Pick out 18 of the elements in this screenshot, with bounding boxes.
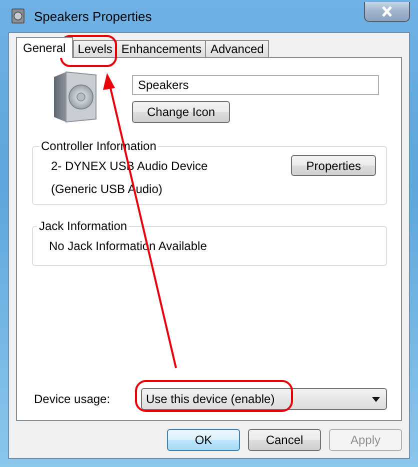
device-name-field[interactable]: Speakers bbox=[132, 75, 379, 95]
change-icon-button[interactable]: Change Icon bbox=[132, 101, 230, 123]
close-button[interactable] bbox=[364, 2, 410, 22]
tab[interactable]: General bbox=[16, 37, 73, 58]
device-usage-label: Device usage: bbox=[34, 392, 112, 406]
window-title: Speakers Properties bbox=[34, 8, 152, 24]
device-usage-dropdown[interactable]: Use this device (enable) bbox=[141, 388, 387, 410]
speaker-icon bbox=[10, 8, 26, 24]
close-icon bbox=[381, 6, 393, 17]
dialog-button[interactable]: Cancel bbox=[248, 429, 321, 451]
dropdown-arrow-icon bbox=[372, 396, 380, 402]
dialog-button[interactable]: OK bbox=[167, 429, 240, 451]
properties-button[interactable]: Properties bbox=[291, 155, 376, 176]
tab[interactable]: Advanced bbox=[205, 40, 269, 57]
tab[interactable]: Enhancements bbox=[116, 40, 206, 57]
tab[interactable]: Levels bbox=[72, 40, 118, 57]
group-title: Jack Information bbox=[38, 219, 128, 233]
speaker-icon bbox=[52, 71, 98, 123]
